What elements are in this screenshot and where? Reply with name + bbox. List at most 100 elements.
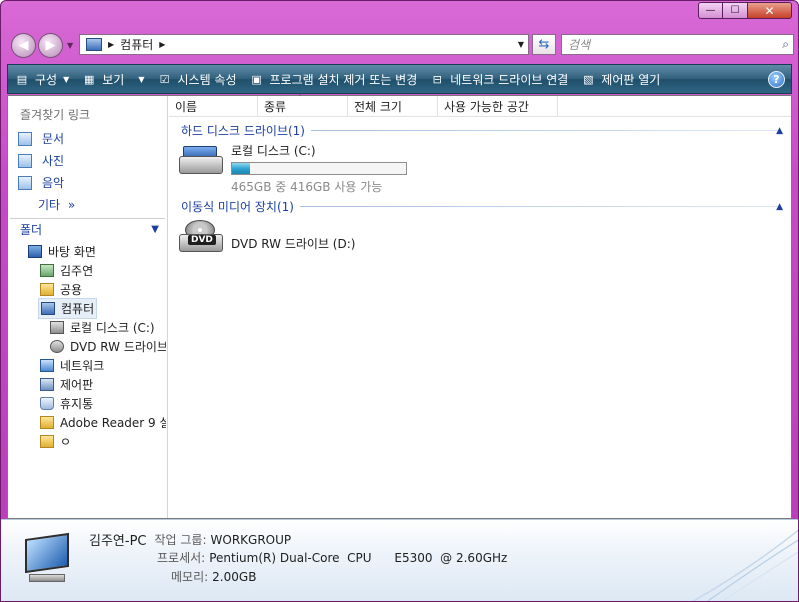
help-icon[interactable]: ? xyxy=(768,71,785,88)
column-name[interactable]: 이름 xyxy=(169,96,258,117)
breadcrumb-computer[interactable]: 컴퓨터 xyxy=(120,36,153,53)
caption-buttons: — ☐ ✕ xyxy=(698,2,792,19)
documents-icon xyxy=(18,131,32,146)
tree-item-recycle-bin[interactable]: 휴지통 xyxy=(40,395,93,412)
folder-icon xyxy=(40,416,54,429)
monitor-shape xyxy=(25,532,69,574)
tree-item-desktop[interactable]: 바탕 화면 xyxy=(28,243,96,260)
monitor-stand-shape xyxy=(29,574,65,582)
recycle-bin-icon xyxy=(40,397,54,410)
refresh-button[interactable]: ⇆ xyxy=(532,34,556,55)
pictures-icon xyxy=(18,153,32,168)
search-input[interactable]: 검색 ⌕ xyxy=(561,34,794,55)
address-dropdown-icon[interactable]: ▼ xyxy=(518,40,524,49)
breadcrumb-separator[interactable]: ▶ xyxy=(108,40,114,49)
drive-d-name: DVD RW 드라이브 (D:) xyxy=(231,237,356,251)
breadcrumb-separator[interactable]: ▶ xyxy=(159,40,165,49)
user-folder-icon xyxy=(40,264,54,277)
drive-body-shape xyxy=(179,156,223,174)
system-properties-button[interactable]: ☑ 시스템 속성 xyxy=(151,65,243,93)
workgroup-value: WORKGROUP xyxy=(210,532,292,547)
tree-item-public[interactable]: 공용 xyxy=(40,281,82,298)
chevron-down-icon: ▼ xyxy=(138,74,145,84)
group-divider xyxy=(299,206,779,207)
folder-icon xyxy=(40,435,54,448)
drive-local-disk-c[interactable]: 로컬 디스크 (C:) 465GB 중 416GB 사용 가능 xyxy=(177,142,407,195)
tree-item-dvd[interactable]: DVD RW 드라이브 xyxy=(50,338,166,355)
minimize-button[interactable]: — xyxy=(698,2,723,19)
workgroup-label: 작업 그룹: xyxy=(154,533,207,547)
views-icon: ▦ xyxy=(84,72,95,86)
collapse-icon[interactable]: ▲ xyxy=(776,202,783,212)
column-headers: 이름 종류 ˆ 전체 크기 사용 가능한 공간 xyxy=(169,94,791,117)
tree-item-network[interactable]: 네트워크 xyxy=(40,357,104,374)
organize-icon: ▤ xyxy=(16,72,28,86)
sort-ascending-icon: ˆ xyxy=(298,94,302,103)
tree-item-computer[interactable]: 컴퓨터 xyxy=(38,298,98,319)
control-panel-icon xyxy=(40,378,54,391)
content-area: 즐겨찾기 링크 문서 사진 음악 기타 » 폴더 ▼ 바탕 화면 김주연 공용 … xyxy=(7,94,792,519)
drive-dvd-d[interactable]: DVD DVD RW 드라이브 (D:) xyxy=(177,220,355,256)
collapse-icon[interactable]: ▲ xyxy=(776,126,783,136)
forward-arrow-icon: ▶ xyxy=(45,38,56,53)
music-icon xyxy=(18,175,32,190)
back-button[interactable]: ◀ xyxy=(11,33,36,58)
tree-item-folder[interactable]: ㅇ xyxy=(40,433,71,450)
search-placeholder: 검색 xyxy=(568,38,591,52)
dvd-icon xyxy=(50,340,64,353)
network-drive-icon: ⊟ xyxy=(432,72,442,86)
organize-button[interactable]: ▤ 구성 ▼ xyxy=(8,65,75,93)
control-panel-icon: ▧ xyxy=(583,72,594,86)
programs-icon: ▣ xyxy=(251,72,262,86)
search-icon[interactable]: ⌕ xyxy=(782,37,789,52)
maximize-button[interactable]: ☐ xyxy=(723,2,748,19)
recent-pages-dropdown[interactable]: ▼ xyxy=(67,41,73,50)
column-free-space[interactable]: 사용 가능한 공간 xyxy=(438,96,558,117)
tree-item-user[interactable]: 김주연 xyxy=(40,262,93,279)
back-arrow-icon: ◀ xyxy=(18,38,29,53)
tree-item-control-panel[interactable]: 제어판 xyxy=(40,376,93,393)
folder-icon xyxy=(40,283,54,296)
details-row-workgroup: 김주연-PC 작업 그룹: WORKGROUP xyxy=(89,530,292,550)
tree-item-adobe-reader[interactable]: Adobe Reader 9 설: xyxy=(40,414,166,431)
column-type[interactable]: 종류 ˆ xyxy=(258,94,348,117)
uninstall-program-button[interactable]: ▣ 프로그램 설치 제거 또는 변경 xyxy=(243,65,424,93)
file-list-pane: 이름 종류 ˆ 전체 크기 사용 가능한 공간 하드 디스크 드라이브(1) ▲ xyxy=(169,94,791,518)
processor-value: Pentium(R) Dual-Core CPU E5300 @ 2.60GHz xyxy=(209,550,508,565)
map-network-drive-button[interactable]: ⊟ 네트워크 드라이브 연결 xyxy=(423,65,574,93)
computer-name: 김주연-PC xyxy=(89,534,147,549)
computer-icon xyxy=(86,38,102,51)
favorite-link-music[interactable]: 음악 xyxy=(18,174,64,191)
favorite-link-pictures[interactable]: 사진 xyxy=(18,152,64,169)
computer-icon xyxy=(41,302,55,315)
chevron-down-icon: ▼ xyxy=(63,74,70,84)
dvd-label: DVD xyxy=(188,235,216,245)
views-button[interactable]: ▦ 보기 ▼ xyxy=(75,65,150,93)
memory-value: 2.00GB xyxy=(212,569,257,584)
favorite-link-documents[interactable]: 문서 xyxy=(18,130,64,147)
chevron-down-icon: ▼ xyxy=(151,224,159,235)
disk-icon xyxy=(50,321,64,334)
details-row-memory: 메모리: 2.00GB xyxy=(171,568,256,585)
address-row: ◀ ▶ ▼ ▶ 컴퓨터 ▶ ▼ ⇆ 검색 ⌕ xyxy=(9,31,794,59)
forward-button[interactable]: ▶ xyxy=(38,33,63,58)
favorite-links-more[interactable]: 기타 » xyxy=(38,196,75,213)
drive-d-info: DVD RW 드라이브 (D:) xyxy=(231,220,355,256)
group-header-hard-disks[interactable]: 하드 디스크 드라이브(1) ▲ xyxy=(169,122,791,139)
drive-c-name: 로컬 디스크 (C:) xyxy=(231,144,316,158)
processor-label: 프로세서: xyxy=(157,551,206,565)
column-total-size[interactable]: 전체 크기 xyxy=(348,96,438,117)
command-bar: ▤ 구성 ▼ ▦ 보기 ▼ ☑ 시스템 속성 ▣ 프로그램 설치 제거 또는 변… xyxy=(7,64,792,94)
details-row-processor: 프로세서: Pentium(R) Dual-Core CPU E5300 @ 2… xyxy=(157,549,507,566)
refresh-icon: ⇆ xyxy=(538,37,550,52)
group-header-removable[interactable]: 이동식 미디어 장치(1) ▲ xyxy=(169,198,791,215)
dvd-drive-icon: DVD xyxy=(177,220,225,256)
folders-header[interactable]: 폴더 ▼ xyxy=(10,218,165,240)
close-button[interactable]: ✕ xyxy=(748,2,792,19)
tree-item-local-disk[interactable]: 로컬 디스크 (C:) xyxy=(50,319,166,336)
address-bar[interactable]: ▶ 컴퓨터 ▶ ▼ xyxy=(79,34,529,55)
double-chevron-right-icon: » xyxy=(67,198,76,212)
open-control-panel-button[interactable]: ▧ 제어판 열기 xyxy=(574,65,666,93)
drive-c-info: 로컬 디스크 (C:) 465GB 중 416GB 사용 가능 xyxy=(231,142,407,195)
hard-disk-icon xyxy=(177,142,225,178)
